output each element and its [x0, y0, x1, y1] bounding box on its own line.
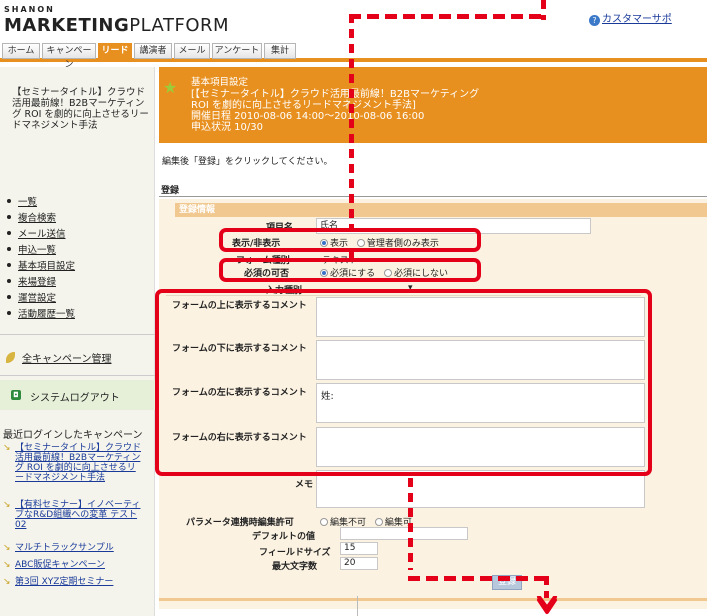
- sidebar-divider: [0, 375, 155, 376]
- annotation-dash-top-horizontal: [349, 14, 541, 19]
- logout-label: システムログアウト: [30, 393, 120, 404]
- field-size-label: フィールドサイズ: [259, 548, 331, 558]
- logo-light-part: PLATFORM: [129, 15, 230, 36]
- star-icon: ★: [163, 78, 178, 97]
- tab-home[interactable]: ホーム: [2, 43, 40, 59]
- logout-icon: ◘: [11, 390, 21, 400]
- customer-support-link[interactable]: ? カスタマーサポ: [589, 10, 672, 26]
- page-header: ★ 基本項目設定 [【セミナータイトル】クラウド活用最前線！B2Bマーケティング…: [159, 67, 707, 143]
- bullet-icon: [7, 295, 11, 299]
- recent-campaign-item[interactable]: ↘ 【有料セミナー】イノベーティブなR&D組織への変革 テスト02: [3, 500, 153, 530]
- arrow-icon: ↘: [3, 560, 11, 570]
- bullet-icon: [7, 215, 11, 219]
- sidebar-divider: [0, 334, 155, 335]
- tab-survey[interactable]: アンケート: [212, 43, 262, 59]
- arrow-icon: ↘: [3, 543, 11, 553]
- bullet-icon: [7, 279, 11, 283]
- recent-campaign-item[interactable]: ↘ 第3回 XYZ定期セミナー: [3, 577, 153, 587]
- param-edit-label: パラメータ連携時編集許可: [186, 518, 294, 528]
- instruction-text: 編集後「登録」をクリックしてください。: [162, 157, 333, 167]
- annotation-dash-top-right: [541, 0, 546, 20]
- default-value-input[interactable]: [340, 527, 468, 540]
- section-header: 登録: [159, 182, 707, 197]
- panel-bottom-border: [159, 598, 707, 601]
- logout-button[interactable]: ◘ システムログアウト: [0, 380, 155, 410]
- application-status: 申込状況 10/30: [191, 122, 263, 133]
- sidebar-campaign-title: 【セミナータイトル】クラウド活用最前線！B2Bマーケティング ROI を劇的に向…: [12, 87, 149, 131]
- arrow-icon: ↘: [3, 500, 11, 510]
- brand-name-small: SHANON: [4, 5, 55, 14]
- recent-campaign-item[interactable]: ↘ 【セミナータイトル】クラウド活用最前線！B2Bマーケティング ROI を劇的に…: [3, 443, 153, 483]
- max-chars-input[interactable]: 20: [340, 557, 378, 570]
- annotation-dash-to-arrow: [544, 576, 549, 598]
- sidebar-item-send-mail[interactable]: メール送信: [7, 226, 66, 240]
- annotation-dash-bottom-horizontal: [408, 576, 551, 581]
- sidebar: 【セミナータイトル】クラウド活用最前線！B2Bマーケティング ROI を劇的に向…: [0, 67, 155, 616]
- bullet-icon: [7, 247, 11, 251]
- annotation-arrow-icon: [537, 596, 557, 614]
- param-edit-allow-radio[interactable]: [374, 518, 383, 526]
- leaf-icon: [6, 352, 15, 363]
- sidebar-item-advanced-search[interactable]: 複合検索: [7, 210, 56, 224]
- field-size-input[interactable]: 15: [340, 542, 378, 555]
- annotation-dash-down: [408, 478, 413, 570]
- memo-label: メモ: [295, 480, 314, 490]
- max-chars-label: 最大文字数: [272, 562, 318, 572]
- recent-campaign-item[interactable]: ↘ マルチトラックサンプル: [3, 543, 153, 553]
- annotation-dash-between: [349, 252, 354, 258]
- bullet-icon: [7, 311, 11, 315]
- sidebar-item-basic-settings[interactable]: 基本項目設定: [7, 258, 75, 272]
- logo-bold-part: MARKETING: [4, 15, 130, 36]
- sidebar-item-activity-history[interactable]: 活動履歴一覧: [7, 306, 75, 320]
- recent-campaigns-heading: 最近ログインしたキャンペーン: [3, 430, 143, 441]
- annotation-box-required: [219, 258, 481, 282]
- arrow-icon: ↘: [3, 443, 11, 453]
- section-label: 登録: [161, 186, 180, 196]
- bullet-icon: [7, 199, 11, 203]
- recent-campaign-item[interactable]: ↘ ABC販促キャンペーン: [3, 560, 153, 570]
- arrow-icon: ↘: [3, 577, 11, 587]
- sidebar-item-list[interactable]: 一覧: [7, 194, 37, 208]
- help-icon: ?: [589, 15, 600, 26]
- sidebar-item-operation-settings[interactable]: 運営設定: [7, 290, 56, 304]
- panel-title: 登録情報: [175, 203, 707, 217]
- default-value-label: デフォルトの値: [252, 532, 316, 542]
- tab-totals[interactable]: 集計: [264, 43, 296, 59]
- sidebar-item-applications[interactable]: 申込一覧: [7, 242, 56, 256]
- annotation-box-visibility: [219, 228, 481, 252]
- annotation-box-comments: [155, 289, 652, 476]
- tab-speaker[interactable]: 講演者: [134, 43, 172, 59]
- bottom-divider: [357, 596, 358, 616]
- tab-campaign[interactable]: キャンペーン: [42, 43, 96, 70]
- tab-mail[interactable]: メール: [174, 43, 210, 59]
- param-edit-disallow-radio[interactable]: [320, 518, 328, 526]
- bullet-icon: [7, 231, 11, 235]
- bullet-icon: [7, 263, 11, 267]
- sidebar-item-attendance[interactable]: 来場登録: [7, 274, 56, 288]
- annotation-dash-vertical-main: [349, 14, 354, 228]
- support-link-label: カスタマーサポ: [602, 14, 672, 25]
- all-campaigns-link[interactable]: 全キャンペーン管理: [6, 350, 112, 365]
- product-logo: MARKETINGPLATFORM: [4, 15, 229, 36]
- tab-lead[interactable]: リード: [98, 43, 132, 60]
